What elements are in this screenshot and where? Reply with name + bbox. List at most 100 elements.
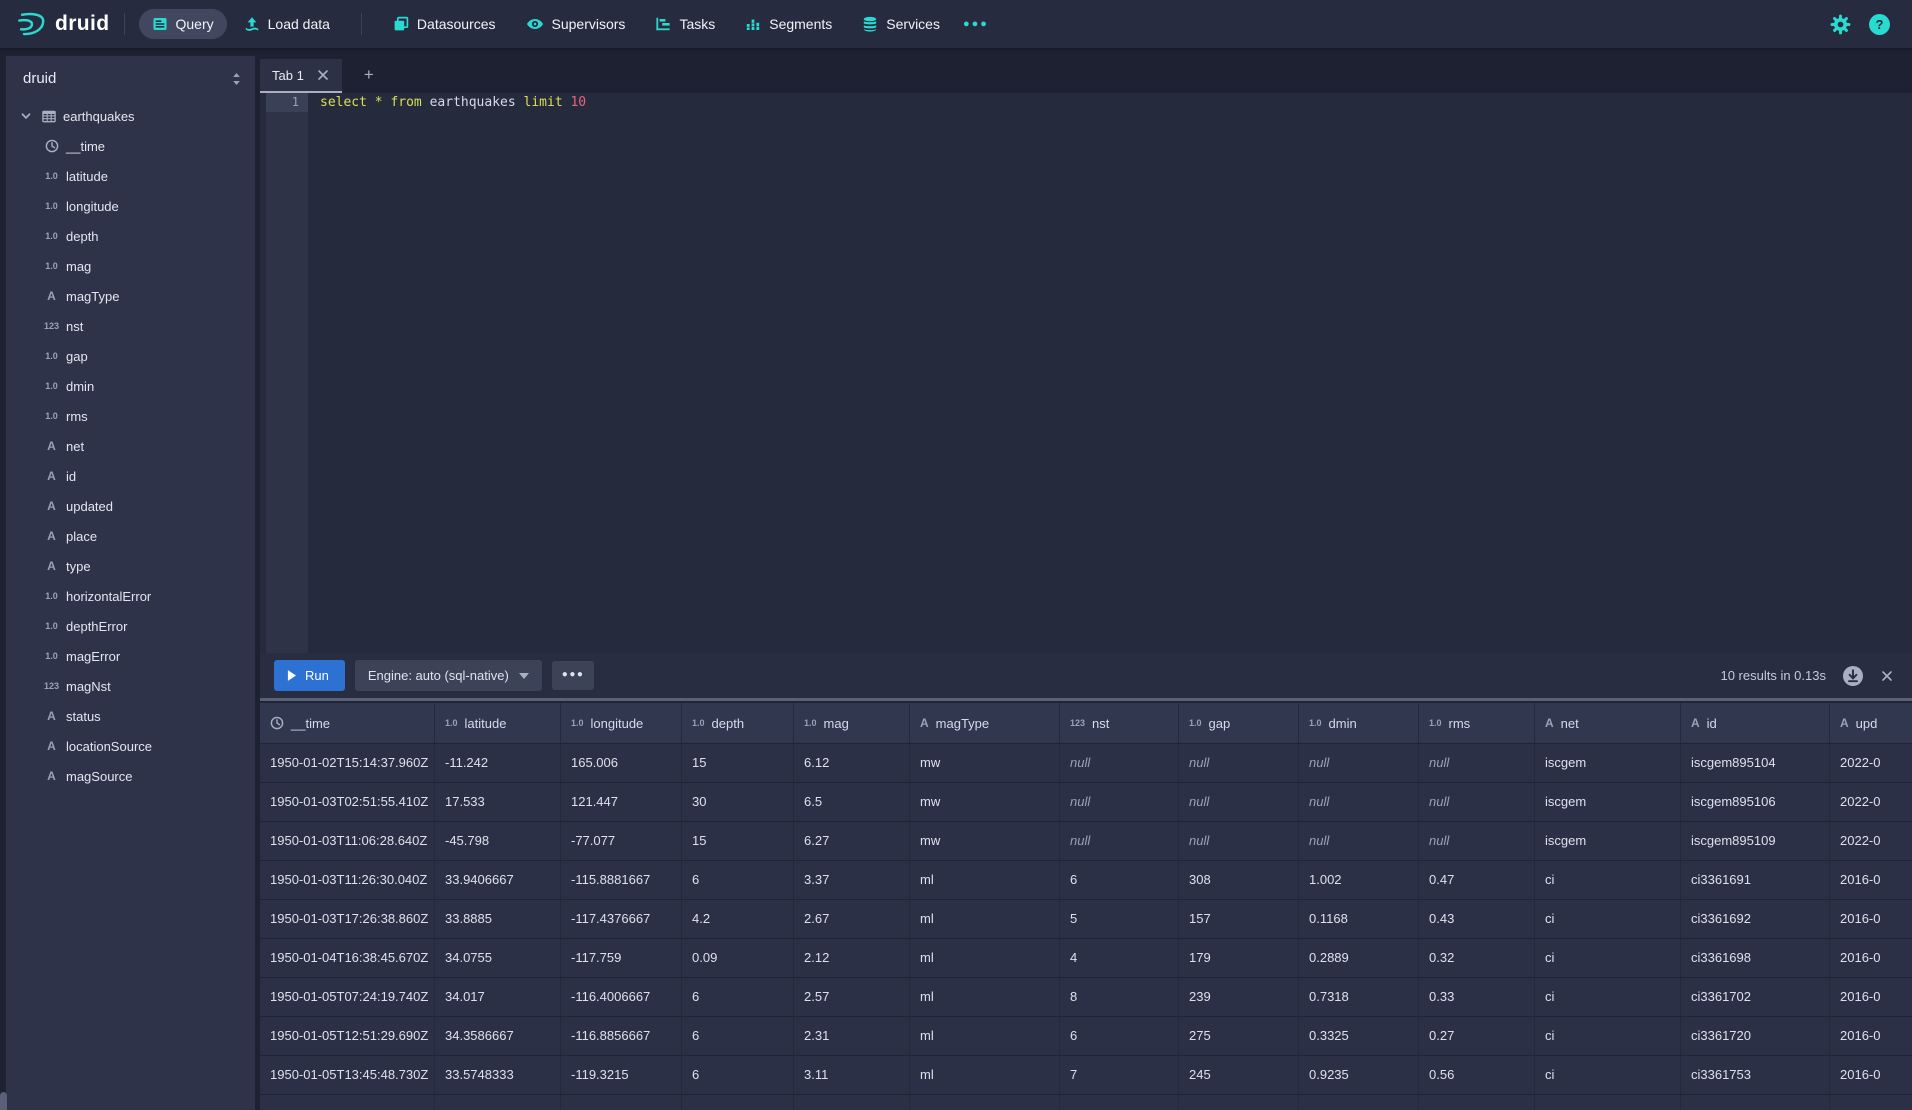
cell[interactable]: -117.759 <box>561 939 682 977</box>
cell[interactable]: 0.3325 <box>1299 1017 1419 1055</box>
column-header-nst[interactable]: 123nst <box>1060 703 1179 743</box>
tab-close-icon[interactable] <box>316 68 330 82</box>
sidebar-item-updated[interactable]: Aupdated <box>6 491 255 521</box>
cell[interactable]: 0.33 <box>1419 978 1535 1016</box>
cell[interactable] <box>1830 1095 1912 1110</box>
cell[interactable]: 179 <box>1179 939 1299 977</box>
cell[interactable] <box>1419 1095 1535 1110</box>
cell[interactable]: 2.12 <box>794 939 910 977</box>
sidebar-item-net[interactable]: Anet <box>6 431 255 461</box>
sidebar-item-id[interactable]: Aid <box>6 461 255 491</box>
cell[interactable]: 34.0755 <box>435 939 561 977</box>
cell[interactable]: ci <box>1535 861 1681 899</box>
cell[interactable]: ci <box>1535 978 1681 1016</box>
sidebar-item-locationsource[interactable]: AlocationSource <box>6 731 255 761</box>
cell[interactable]: -116.8856667 <box>561 1017 682 1055</box>
sidebar-item-latitude[interactable]: 1.0latitude <box>6 161 255 191</box>
column-header-net[interactable]: Anet <box>1535 703 1681 743</box>
sidebar-item-dmin[interactable]: 1.0dmin <box>6 371 255 401</box>
sidebar-item-longitude[interactable]: 1.0longitude <box>6 191 255 221</box>
cell[interactable]: 3.11 <box>794 1056 910 1094</box>
sidebar-item-gap[interactable]: 1.0gap <box>6 341 255 371</box>
gear-icon[interactable] <box>1830 14 1851 35</box>
cell[interactable]: 17.533 <box>435 783 561 821</box>
navbar-item-load-data[interactable]: Load data <box>231 9 343 39</box>
cell[interactable]: 33.5748333 <box>435 1056 561 1094</box>
cell[interactable]: null <box>1179 744 1299 782</box>
cell[interactable]: ci3361698 <box>1681 939 1830 977</box>
cell[interactable]: 157 <box>1179 900 1299 938</box>
cell[interactable] <box>794 1095 910 1110</box>
cell[interactable]: 308 <box>1179 861 1299 899</box>
cell[interactable]: 245 <box>1179 1056 1299 1094</box>
run-button[interactable]: Run <box>274 660 345 691</box>
cell[interactable] <box>561 1095 682 1110</box>
cell[interactable]: ml <box>910 978 1060 1016</box>
cell[interactable]: 6.12 <box>794 744 910 782</box>
cell[interactable]: -115.8881667 <box>561 861 682 899</box>
sidebar-scrollbar-thumb[interactable] <box>0 1092 7 1110</box>
cell[interactable]: 34.3586667 <box>435 1017 561 1055</box>
cell[interactable]: 2016-0 <box>1830 1056 1912 1094</box>
cell[interactable]: 0.43 <box>1419 900 1535 938</box>
navbar-item-datasources[interactable]: Datasources <box>380 9 509 39</box>
cell[interactable]: ci3361702 <box>1681 978 1830 1016</box>
cell[interactable]: 2016-0 <box>1830 900 1912 938</box>
navbar-more-button[interactable]: ●●● <box>953 12 999 36</box>
cell[interactable]: 1950-01-05T13:45:48.730Z <box>260 1056 435 1094</box>
chevron-down-icon[interactable] <box>20 110 36 122</box>
cell[interactable]: 0.9235 <box>1299 1056 1419 1094</box>
cell[interactable] <box>1535 1095 1681 1110</box>
sidebar-item-earthquakes[interactable]: earthquakes <box>6 101 255 131</box>
sidebar-item-place[interactable]: Aplace <box>6 521 255 551</box>
cell[interactable]: iscgem <box>1535 822 1681 860</box>
column-header-time[interactable]: __time <box>260 703 435 743</box>
cell[interactable]: 275 <box>1179 1017 1299 1055</box>
cell[interactable]: ci <box>1535 1056 1681 1094</box>
column-header-rms[interactable]: 1.0rms <box>1419 703 1535 743</box>
cell[interactable]: 1950-01-02T15:14:37.960Z <box>260 744 435 782</box>
cell[interactable]: 0.09 <box>682 939 794 977</box>
cell[interactable]: ci3361753 <box>1681 1056 1830 1094</box>
cell[interactable]: ci <box>1535 939 1681 977</box>
cell[interactable] <box>1179 1095 1299 1110</box>
cell[interactable]: 1950-01-05T12:51:29.690Z <box>260 1017 435 1055</box>
sidebar-item-magtype[interactable]: AmagType <box>6 281 255 311</box>
cell[interactable]: ci3361692 <box>1681 900 1830 938</box>
cell[interactable]: 2022-0 <box>1830 822 1912 860</box>
cell[interactable]: 0.27 <box>1419 1017 1535 1055</box>
cell[interactable]: ci <box>1535 900 1681 938</box>
sidebar-item-nst[interactable]: 123nst <box>6 311 255 341</box>
cell[interactable]: 1950-01-03T17:26:38.860Z <box>260 900 435 938</box>
cell[interactable]: 4.2 <box>682 900 794 938</box>
cell[interactable]: null <box>1060 744 1179 782</box>
cell[interactable]: 2.67 <box>794 900 910 938</box>
sidebar-item-type[interactable]: Atype <box>6 551 255 581</box>
engine-selector[interactable]: Engine: auto (sql-native) <box>355 660 542 691</box>
cell[interactable]: -11.242 <box>435 744 561 782</box>
cell[interactable]: 2016-0 <box>1830 939 1912 977</box>
cell[interactable]: mw <box>910 783 1060 821</box>
column-header-gap[interactable]: 1.0gap <box>1179 703 1299 743</box>
schema-selector[interactable]: druid <box>6 56 255 97</box>
column-header-magtype[interactable]: AmagType <box>910 703 1060 743</box>
cell[interactable]: -119.3215 <box>561 1056 682 1094</box>
cell[interactable]: null <box>1299 744 1419 782</box>
cell[interactable]: 0.2889 <box>1299 939 1419 977</box>
cell[interactable]: 5 <box>1060 900 1179 938</box>
cell[interactable]: 0.47 <box>1419 861 1535 899</box>
cell[interactable]: null <box>1419 744 1535 782</box>
cell[interactable]: mw <box>910 744 1060 782</box>
cell[interactable]: 165.006 <box>561 744 682 782</box>
cell[interactable]: 0.32 <box>1419 939 1535 977</box>
cell[interactable]: 2.57 <box>794 978 910 1016</box>
tab-query-1[interactable]: Tab 1 <box>260 59 342 93</box>
cell[interactable]: 2022-0 <box>1830 783 1912 821</box>
cell[interactable]: 6 <box>1060 1017 1179 1055</box>
cell[interactable]: mw <box>910 822 1060 860</box>
cell[interactable]: 1950-01-04T16:38:45.670Z <box>260 939 435 977</box>
close-results-icon[interactable] <box>1880 669 1894 683</box>
column-header-longitude[interactable]: 1.0longitude <box>561 703 682 743</box>
cell[interactable]: ml <box>910 1017 1060 1055</box>
cell[interactable] <box>682 1095 794 1110</box>
